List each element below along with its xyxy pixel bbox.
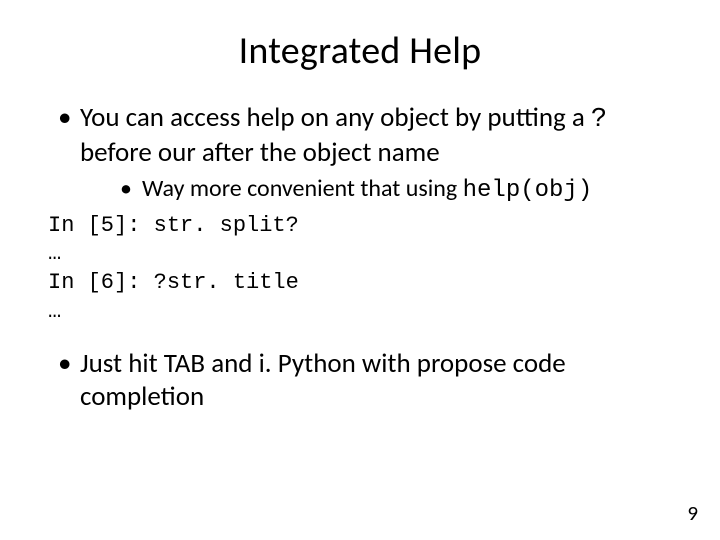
bullet-list: You can access help on any object by put… — [40, 102, 680, 206]
bullet-1-sub-text: Way more convenient that using — [142, 174, 463, 203]
bullet-2: Just hit TAB and i. Python with propose … — [58, 348, 680, 414]
page-number: 9 — [687, 500, 698, 526]
bullet-1-sub: Way more convenient that using help(obj) — [120, 174, 680, 206]
bullet-1-code: ? — [591, 105, 607, 135]
bullet-2-text: Just hit TAB and i. Python with propose … — [80, 347, 566, 413]
bullet-1: You can access help on any object by put… — [58, 102, 680, 206]
bullet-list-2: Just hit TAB and i. Python with propose … — [40, 348, 680, 414]
bullet-1-sublist: Way more convenient that using help(obj) — [80, 174, 680, 206]
slide-title: Integrated Help — [40, 28, 680, 74]
bullet-1-text-pre: You can access help on any object by put… — [80, 101, 591, 134]
bullet-1-sub-code: help(obj) — [463, 177, 593, 204]
slide-container: Integrated Help You can access help on a… — [0, 0, 720, 540]
code-block: In [5]: str. split? … In [6]: ?str. titl… — [48, 212, 680, 326]
bullet-1-text-post: before our after the object name — [80, 136, 440, 169]
